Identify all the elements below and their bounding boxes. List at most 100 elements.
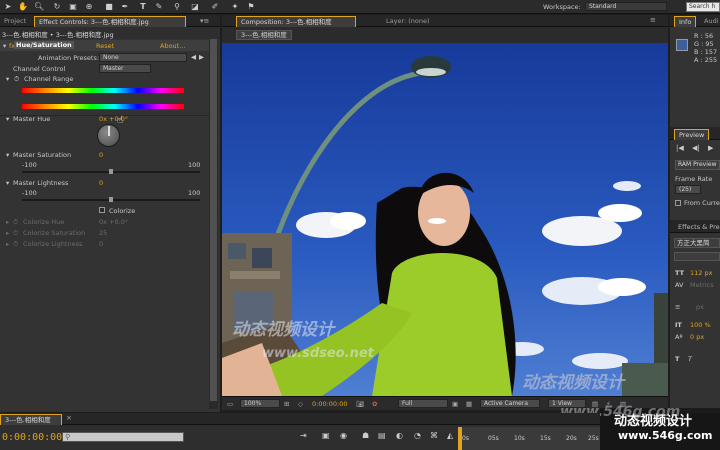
show-channel-icon[interactable]: ✿ (372, 400, 377, 408)
search-help-input[interactable]: Search h (686, 2, 720, 12)
first-frame-icon[interactable]: |◀ (676, 144, 684, 152)
channel-range-triangle-icon[interactable]: ▾ (6, 75, 9, 83)
pin-tool-icon[interactable]: ⚑ (246, 2, 256, 12)
tab-preview[interactable]: Preview (674, 129, 710, 140)
live-update-icon[interactable]: ▣ (322, 431, 330, 440)
zoom-tool-icon[interactable]: 🔍︎ (34, 2, 44, 12)
master-saturation-slider-knob[interactable] (109, 169, 113, 174)
always-preview-icon[interactable]: ▭ (227, 400, 233, 408)
master-lightness-value[interactable]: 0 (99, 179, 103, 187)
scrollbar-thumb[interactable] (210, 39, 217, 401)
font-size-value[interactable]: 112 px (690, 269, 712, 277)
panel-menu-icon[interactable]: ▾≡ (200, 17, 209, 25)
stopwatch-icon[interactable]: ⏱ (14, 75, 19, 84)
prev-frame-icon[interactable]: ◀| (692, 144, 700, 152)
snapshot-icon[interactable]: 📷︎ (356, 400, 364, 408)
kerning-value[interactable]: Metrics (690, 281, 714, 289)
tab-effect-controls[interactable]: Effect Controls: 3---色.相相和度.jpg (34, 16, 186, 27)
clone-stamp-tool-icon[interactable]: ⚲ (172, 2, 182, 12)
tab-timeline-comp[interactable]: 3---色.相相和度 (0, 414, 62, 425)
info-tabbar: Info Audi (670, 15, 720, 27)
baseline-shift-value[interactable]: 0 px (690, 333, 704, 341)
play-icon[interactable]: ▶ (708, 144, 713, 152)
pointer-hand-icon: ☝ (117, 115, 124, 126)
camera-tool-icon[interactable]: ▣ (68, 2, 78, 12)
master-hue-triangle-icon[interactable]: ▾ (6, 115, 9, 123)
region-of-interest-icon[interactable]: ▣ (452, 400, 458, 408)
pan-behind-tool-icon[interactable]: ⊕ (84, 2, 94, 12)
ram-preview-dropdown[interactable]: RAM Preview (675, 160, 720, 170)
font-family-dropdown[interactable]: 方正大黑简 (674, 238, 720, 248)
timeline-zoom-icon[interactable]: ◭ (447, 431, 453, 440)
workspace-dropdown[interactable]: Standard (585, 2, 667, 11)
hand-tool-icon[interactable]: ✋ (18, 2, 28, 12)
tab-info[interactable]: Info (674, 16, 697, 27)
transparency-grid-icon[interactable]: ▦ (466, 400, 472, 408)
resolution-dropdown[interactable]: Full (398, 399, 448, 408)
tab-audio[interactable]: Audi (700, 16, 720, 27)
master-saturation-triangle-icon[interactable]: ▾ (6, 151, 9, 159)
master-saturation-value[interactable]: 0 (99, 151, 103, 159)
collapse-triangle-icon[interactable]: ▾ (3, 42, 6, 50)
preset-next-icon[interactable]: ▶ (199, 53, 204, 61)
composition-viewer[interactable]: 动态视频设计 www.sdseo.net 动态视频设计 (222, 43, 668, 396)
camera-dropdown[interactable]: Active Camera (480, 399, 540, 408)
animation-presets-dropdown[interactable]: None (99, 53, 187, 62)
tab-layer[interactable]: Layer: (none) (382, 16, 434, 27)
channel-control-dropdown[interactable]: Master (99, 64, 151, 73)
colorize-lightness-triangle-icon[interactable]: ▸ (6, 240, 9, 248)
tab-composition[interactable]: Composition: 3---色.相相和度 (236, 16, 356, 27)
effect-name[interactable]: Hue/Saturation (14, 41, 74, 49)
rotate-tool-icon[interactable]: ↻ (52, 2, 62, 12)
type-tool-icon[interactable]: T (138, 2, 148, 12)
tab-project[interactable]: Project (0, 16, 30, 27)
stroke-width-value[interactable]: px (696, 303, 704, 311)
watermark-cn-center: 动态视频设计 (232, 320, 334, 340)
frame-blending-icon[interactable]: ▤ (378, 431, 386, 440)
selection-tool-icon[interactable]: ➤ (3, 2, 13, 12)
colorize-saturation-triangle-icon[interactable]: ▸ (6, 229, 9, 237)
motion-blur-icon[interactable]: ◐ (396, 431, 403, 440)
faux-bold-icon[interactable]: T (675, 355, 679, 363)
timeline-search-input[interactable]: ⚲ (62, 432, 184, 442)
faux-italic-icon[interactable]: T (688, 355, 692, 363)
reset-link[interactable]: Reset (96, 42, 114, 50)
master-hue-value[interactable]: 0x +0.0° (99, 115, 128, 123)
hide-shy-layers-icon[interactable]: ☗ (362, 431, 369, 440)
timeline-close-icon[interactable]: × (66, 414, 72, 422)
master-saturation-label: Master Saturation (13, 151, 72, 159)
pen-tool-icon[interactable]: ✒ (120, 2, 130, 12)
about-link[interactable]: About... (160, 42, 185, 50)
puppet-tool-icon[interactable]: ✦ (230, 2, 240, 12)
timeline-timecode[interactable]: 0:00:00:00 (2, 432, 62, 443)
colorize-hue-triangle-icon[interactable]: ▸ (6, 218, 9, 226)
brainstorm-icon[interactable]: ⌘ (430, 431, 438, 440)
colorize-checkbox[interactable] (99, 207, 105, 213)
preset-prev-icon[interactable]: ◀ (191, 53, 196, 61)
font-style-dropdown[interactable] (674, 252, 720, 261)
comp-panel-menu-icon[interactable]: ≡ (650, 16, 656, 24)
safe-margins-icon[interactable]: ⊞ (284, 400, 289, 408)
timeline-ruler[interactable]: 0s 05s 10s 15s 20s 25s (458, 427, 600, 450)
zoom-dropdown[interactable]: 100% (240, 399, 280, 408)
vertical-scale-value[interactable]: 100 % (690, 321, 711, 329)
brush-tool-icon[interactable]: ✎ (154, 2, 164, 12)
comp-mini-flowchart-icon[interactable]: ⇥ (300, 431, 307, 440)
frame-rate-dropdown[interactable]: (25) (675, 185, 701, 194)
master-lightness-slider-knob[interactable] (109, 197, 113, 202)
mask-visibility-icon[interactable]: ◇ (298, 400, 303, 408)
roto-brush-tool-icon[interactable]: ✐ (210, 2, 220, 12)
graph-editor-icon[interactable]: ◔ (414, 431, 421, 440)
font-size-icon: TT (675, 269, 685, 277)
master-lightness-triangle-icon[interactable]: ▾ (6, 179, 9, 187)
effect-panel-scrollbar[interactable] (209, 39, 218, 409)
shape-tool-icon[interactable]: ■ (104, 2, 114, 12)
master-hue-dial[interactable] (97, 124, 120, 147)
from-current-checkbox[interactable] (675, 200, 681, 206)
draft-3d-icon[interactable]: ◉ (340, 431, 347, 440)
composition-chip[interactable]: 3---色.相相和度 (236, 30, 292, 40)
eraser-tool-icon[interactable]: ◪ (190, 2, 200, 12)
animation-presets-value: None (103, 54, 119, 61)
tab-effects-presets[interactable]: Effects & Pres (674, 222, 720, 233)
footer-timecode[interactable]: 0:00:00:00 (312, 400, 348, 408)
